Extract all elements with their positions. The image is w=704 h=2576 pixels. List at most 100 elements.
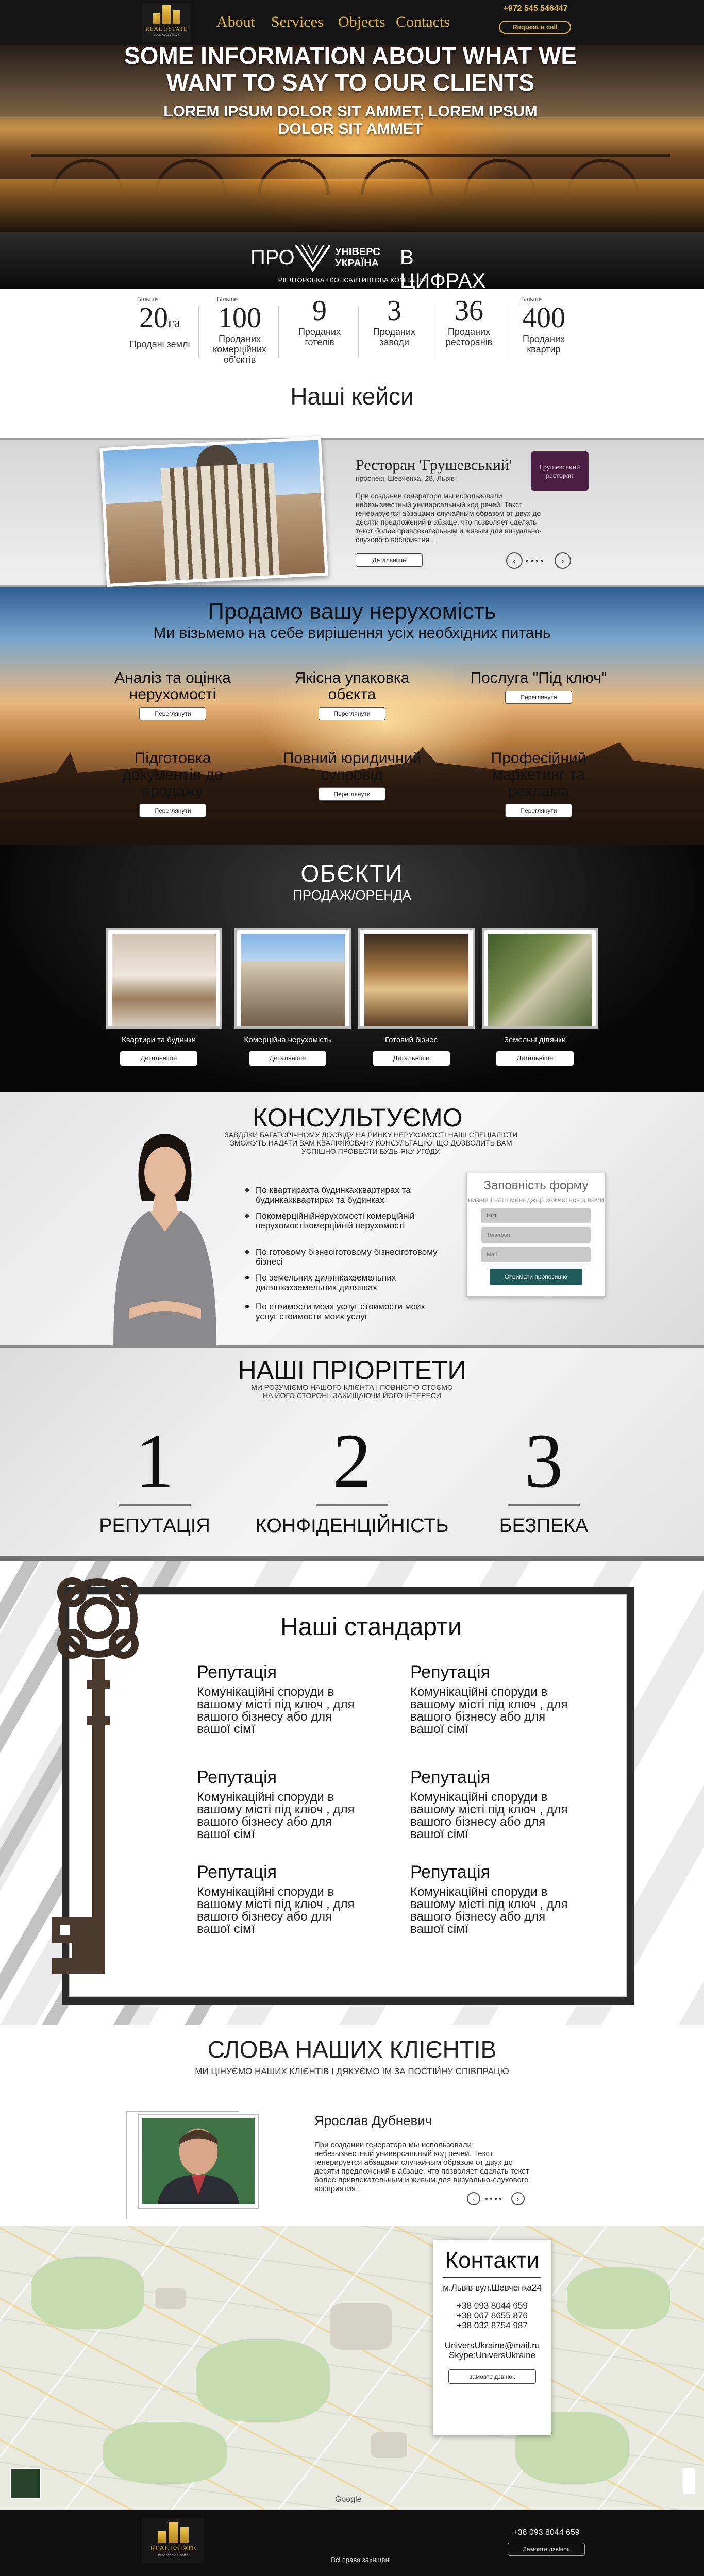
consult-item: По готовому бізнесіготовому бізнесіготов… [242,1247,448,1267]
stat-number: 3 [387,295,401,327]
get-offer-button[interactable]: Отримати пропозицію [490,1269,582,1285]
standards-heading: Наші стандарти [280,1613,462,1641]
footer [0,2510,704,2576]
object-card-image[interactable] [482,928,598,1029]
stat-label: Проданих ресторанів [445,327,493,347]
standard-title: Репутація [410,1862,491,1882]
contacts-divider [443,2277,541,2278]
standard-text: Комунікаційні споруди в вашому місті під… [410,1685,568,1736]
priority-underline [508,1504,580,1506]
service-title: Аналіз та оцінка нерухомості [114,669,231,703]
consultant-photo [113,1134,216,1345]
object-details-button[interactable]: Детальніше [373,1051,450,1066]
contact-skype[interactable]: Skype:UniversUkraine [433,2350,551,2360]
email-input[interactable] [481,1247,591,1262]
case-prev-button[interactable]: ‹ [506,552,523,569]
stat-label: Проданих квартир [522,334,565,355]
contact-phone[interactable]: +38 093 8044 659 [433,2301,551,2311]
footer-call-button[interactable]: Замовте дзвінок [508,2543,585,2556]
footer-logo[interactable]: REAL ESTATE Impeccable Choice [142,2518,204,2563]
consult-item: По квартирахта будинкахквартирах та буди… [242,1185,448,1205]
case-description: При создании генератора мы использовали … [356,492,542,544]
nav-about[interactable]: About [216,13,255,31]
case-next-button[interactable]: › [555,552,571,569]
testimonials-heading: СЛОВА НАШИХ КЛІЄНТІВ [207,2036,497,2063]
service-view-button[interactable]: Переглянути [139,707,206,720]
priority-label: КОНФІДЕНЦІЙНІСТЬ [255,1515,449,1537]
priorities-heading: НАШІ ПРІОРІТЕТИ [238,1356,466,1385]
consult-form: Заповність форму нижче і наш менеджер зв… [466,1173,606,1297]
service-title: Професійний маркетинг та реклама [491,750,586,800]
nav-objects[interactable]: Objects [338,13,385,31]
nav-services[interactable]: Services [271,13,324,31]
object-card-image[interactable] [234,928,351,1029]
contacts-card: Контакти м.Львів вул.Шевченка24 +38 093 … [433,2240,551,2435]
contact-email[interactable]: UniversUkraine@mail.ru [433,2341,551,2350]
standard-item: Репутація Комунікаційні споруди в вашому… [410,1662,575,1736]
object-card-image[interactable] [358,928,475,1029]
header-phone[interactable]: +972 545 546447 [497,4,574,13]
hero-water [0,179,704,236]
map-satellite-toggle[interactable] [10,2468,41,2499]
object-details-button[interactable]: Детальніше [120,1051,197,1066]
testimonials-subtitle: МИ ЦІНУЄМО НАШИХ КЛІЄНТІВ І ДЯКУЄМО ЇМ З… [195,2066,509,2076]
service-item: Аналіз та оцінка нерухомості Переглянути [100,670,245,720]
priority-underline [316,1504,388,1506]
brand-name: УНІВЕРС УКРАЇНА [335,246,380,269]
object-card-image[interactable] [106,928,222,1029]
logo[interactable]: REAL ESTATE Impeccable Choice [142,3,191,42]
contact-phone[interactable]: +38 067 8655 876 [433,2311,551,2320]
logo-tagline: Impeccable Choice [153,34,180,37]
footer-phone[interactable]: +38 093 8044 659 [508,2528,585,2537]
service-view-button[interactable]: Переглянути [319,787,385,801]
stat-item: Більше 400 Проданих квартир [508,296,580,355]
contact-address: м.Львів вул.Шевченка24 [443,2283,542,2293]
object-details-button[interactable]: Детальніше [249,1051,326,1066]
contacts-heading: Контакти [445,2248,540,2273]
brand-line-1: УНІВЕРС [335,246,380,258]
standard-title: Репутація [197,1767,277,1787]
stat-number: 9 [312,295,327,327]
location-map[interactable]: Google [0,2226,704,2510]
order-call-button[interactable]: замовте дзвінок [448,2369,536,2384]
priority-label: БЕЗПЕКА [499,1515,589,1537]
stat-number: 400 [522,302,565,334]
name-input[interactable] [481,1208,591,1223]
testimonial-next-button[interactable]: › [511,2192,525,2205]
service-view-button[interactable]: Переглянути [319,707,385,720]
testimonial-prev-button[interactable]: ‹ [467,2192,480,2205]
request-call-button[interactable]: Request a call [499,21,571,34]
stat-number: 36 [455,295,483,327]
hero-bridge-image [31,154,670,195]
object-label: Готовий бізнес [385,1036,438,1045]
stats-title-pre: ПРО [250,246,295,269]
object-details-button[interactable]: Детальніше [496,1051,574,1066]
service-item: Професійний маркетинг та реклама Перегля… [466,750,611,817]
nav-contacts[interactable]: Contacts [396,13,450,31]
testimonial-pagination-dots[interactable] [485,2198,506,2200]
stat-label: Проданих комерційних об'єктів [213,334,266,365]
case-pagination-dots[interactable] [526,560,548,562]
case-address: проспект Шевченка, 28, Львів [356,474,455,482]
vintage-key-icon [52,1577,139,1974]
stat-label: Проданих готелів [298,327,341,347]
phone-input[interactable] [481,1227,591,1243]
object-label: Земельні ділянки [504,1036,566,1045]
case-photo [99,436,328,587]
standard-title: Репутація [410,1662,491,1682]
standard-text: Комунікаційні споруди в вашому місті під… [197,1685,355,1736]
priority-underline [119,1504,191,1506]
standard-item: Репутація Комунікаційні споруди в вашому… [410,1767,575,1841]
service-view-button[interactable]: Переглянути [505,691,572,704]
client-name: Ярослав Дубневич [314,2113,432,2128]
case-details-button[interactable]: Детальніше [356,553,423,567]
contact-phone[interactable]: +38 032 8754 987 [433,2320,551,2330]
service-item: Якісна упаковка обєкта Переглянути [280,670,424,720]
stat-number: 100 [218,302,261,334]
standard-title: Репутація [197,1662,277,1682]
sell-subheading: Ми візьмемо на себе вирішення усіх необх… [153,625,551,642]
map-zoom-controls[interactable] [683,2468,695,2494]
service-view-button[interactable]: Переглянути [505,804,572,817]
priority-label: РЕПУТАЦІЯ [99,1515,210,1537]
service-view-button[interactable]: Переглянути [139,804,206,817]
